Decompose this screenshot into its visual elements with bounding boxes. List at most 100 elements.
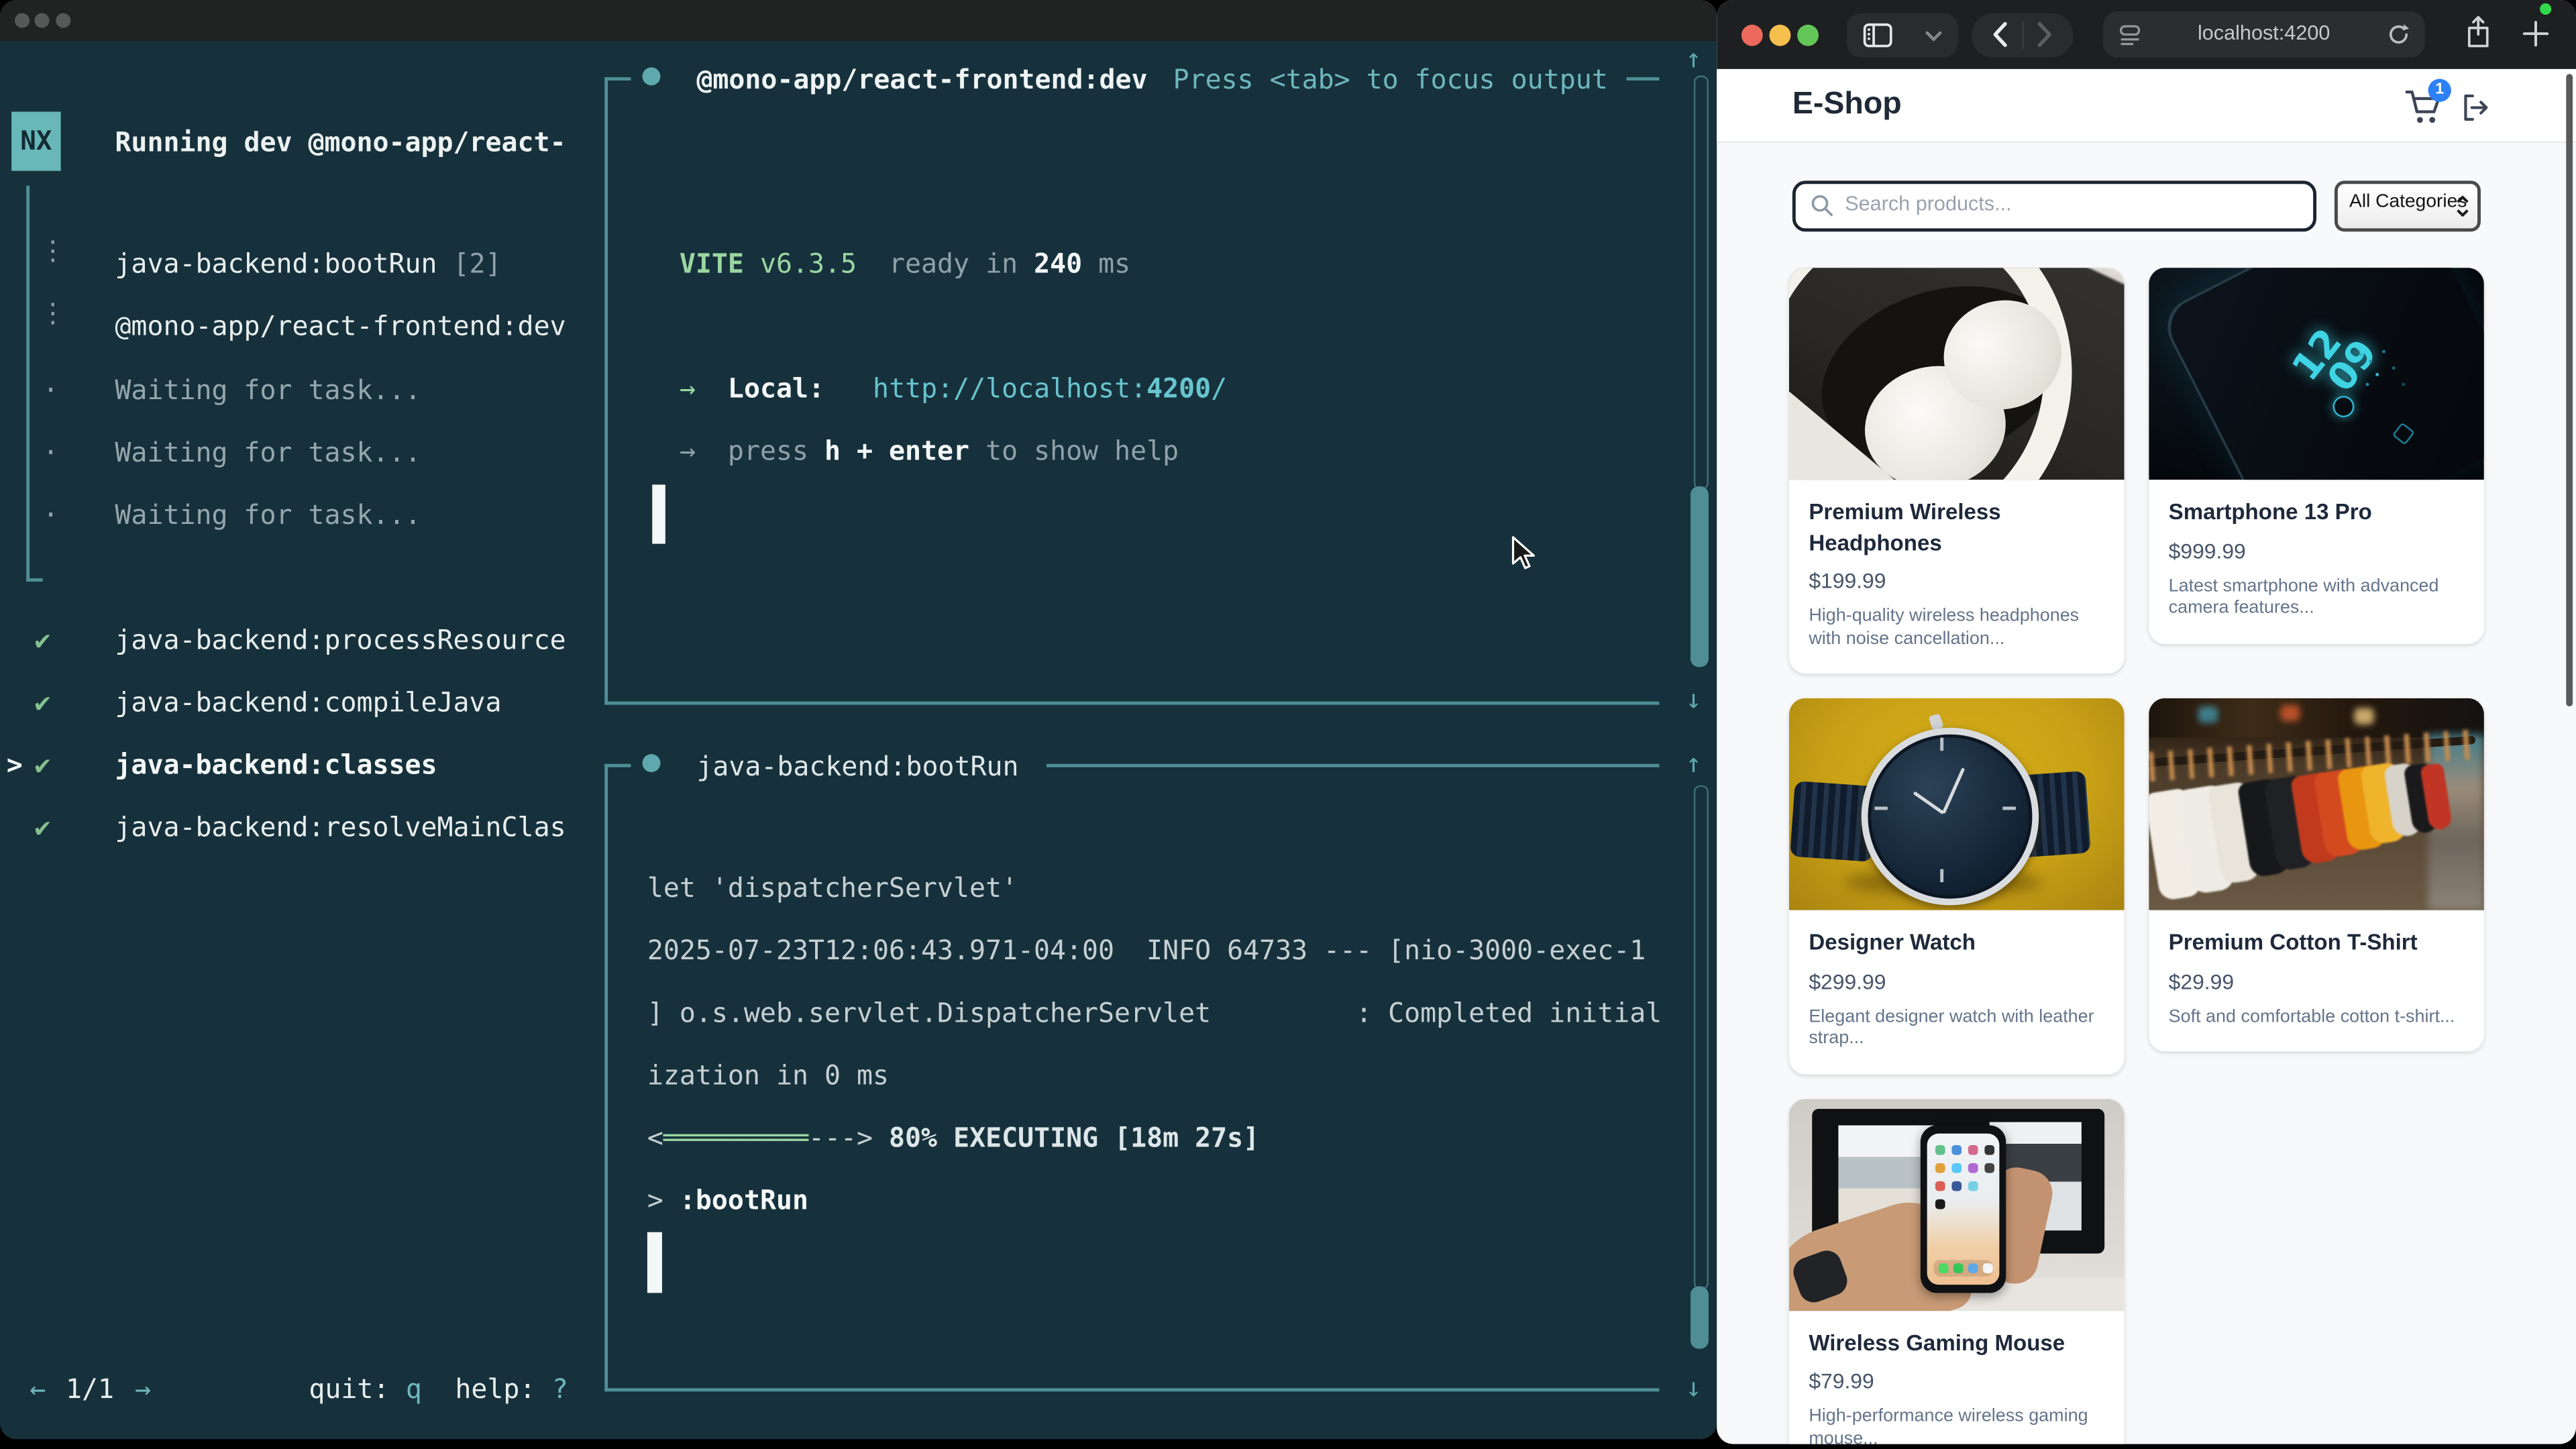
vite-local-line: → Local: http://localhost:4200/ — [647, 374, 1227, 404]
pane1-scroll-thumb[interactable] — [1690, 486, 1709, 667]
vite-help-line: → press h + enter to show help — [647, 437, 1179, 466]
new-tab-icon[interactable] — [2522, 19, 2550, 48]
logout-icon[interactable] — [2459, 92, 2491, 123]
product-card[interactable]: Designer Watch $299.99 Elegant designer … — [1789, 698, 2125, 1074]
share-icon[interactable] — [2464, 15, 2492, 49]
pane2-scroll-track — [1694, 786, 1709, 1290]
log-line: let 'dispatcherServlet' — [647, 874, 1018, 904]
pane2-header-rule — [1046, 764, 1659, 767]
quit-key: q — [406, 1373, 422, 1405]
product-image-watch — [1789, 698, 2125, 910]
product-grid: Premium Wireless Headphones $199.99 High… — [1789, 268, 2484, 1444]
browser-scrollbar-thumb[interactable] — [2566, 74, 2573, 706]
product-title: Wireless Gaming Mouse — [1809, 1328, 2104, 1358]
product-card[interactable]: 1209 Smartphone 13 Pro $999.99 Latest sm… — [2149, 268, 2484, 643]
task-waiting-label: Waiting for task... — [115, 437, 421, 470]
task-spinner-icon: ⋮ — [40, 297, 66, 330]
pane2-cursor — [647, 1232, 662, 1293]
shop-title: E-Shop — [1792, 87, 1902, 123]
pane2-scroll-down-icon[interactable]: ↓ — [1686, 1373, 1702, 1403]
task-waiting-label: Waiting for task... — [115, 374, 421, 407]
nx-logo: NX — [11, 112, 60, 171]
pane1-header-dash — [1626, 77, 1659, 80]
pane1-scroll-down-icon[interactable]: ↓ — [1686, 685, 1702, 714]
back-icon[interactable] — [1993, 21, 2008, 48]
cart-count-badge: 1 — [2428, 79, 2451, 102]
product-description: Soft and comfortable cotton t-shirt... — [2169, 1006, 2465, 1028]
url-text: localhost:4200 — [2103, 21, 2425, 44]
product-card[interactable]: Premium Wireless Headphones $199.99 High… — [1789, 268, 2125, 674]
nav-separator — [2023, 21, 2024, 49]
product-card[interactable]: Premium Cotton T-Shirt $29.99 Soft and c… — [2149, 698, 2484, 1052]
reload-icon[interactable] — [2387, 23, 2410, 46]
browser-toolbar: localhost:4200 — [1717, 0, 2576, 70]
gradle-progress-line: <═════════---> 80% EXECUTING [18m 27s] — [647, 1124, 1259, 1153]
task-row[interactable]: java-backend:resolveMainClas — [115, 812, 566, 845]
task-row[interactable]: java-backend:bootRun [2] — [115, 248, 501, 281]
pane1-scroll-track — [1694, 76, 1709, 490]
search-input[interactable]: Search products... — [1792, 180, 2316, 231]
task-check-icon: ✔ — [34, 687, 50, 720]
product-price: $79.99 — [1809, 1368, 2104, 1393]
page-next-icon[interactable]: → — [135, 1373, 151, 1405]
terminal-close-icon[interactable] — [14, 13, 29, 28]
sidebar-button-group — [1847, 12, 1959, 56]
task-row-selected[interactable]: java-backend:classes — [115, 749, 437, 782]
pane1-cursor — [652, 484, 665, 543]
shop-header: E-Shop 1 — [1717, 69, 2576, 143]
help-key: ? — [552, 1373, 568, 1405]
product-price: $999.99 — [2169, 538, 2465, 563]
task-check-icon: ✔ — [34, 749, 50, 782]
pane1-bottom-border — [604, 702, 1659, 705]
terminal-titlebar[interactable] — [0, 0, 1717, 41]
pane2-border — [604, 764, 631, 1392]
category-select[interactable]: All Categories — [2334, 180, 2481, 231]
terminal-minimize-icon[interactable] — [34, 13, 49, 28]
task-spinner-icon: ⋮ — [40, 235, 66, 268]
log-line: ization in 0 ms — [647, 1061, 889, 1091]
forward-icon[interactable] — [2037, 21, 2052, 48]
local-url-link[interactable]: http://localhost: — [873, 373, 1146, 405]
product-title: Smartphone 13 Pro — [2169, 498, 2465, 528]
select-arrows-icon — [2456, 195, 2469, 217]
task-row[interactable]: · — [43, 374, 59, 407]
quit-label: quit: — [309, 1373, 405, 1405]
task-row[interactable]: @mono-app/react-frontend:dev — [115, 311, 566, 343]
task-selected-pointer-icon: > — [7, 749, 23, 782]
terminal-run-title: Running dev @mono-app/react- — [115, 127, 566, 158]
mouse-cursor-icon — [1511, 535, 1536, 570]
browser-minimize-icon[interactable] — [1768, 24, 1790, 46]
pane2-bottom-border — [604, 1388, 1659, 1391]
log-line: ] o.s.web.servlet.DispatcherServlet : Co… — [647, 999, 1662, 1028]
vite-ready-line: VITE v6.3.5 ready in 240 ms — [647, 250, 1130, 279]
task-row[interactable]: java-backend:processResource — [115, 625, 566, 657]
product-image-mouse — [1789, 1098, 2125, 1310]
sidebar-icon[interactable] — [1863, 22, 1892, 47]
task-row[interactable]: java-backend:compileJava — [115, 687, 501, 720]
search-placeholder: Search products... — [1845, 193, 2011, 215]
browser-zoom-icon[interactable] — [1796, 24, 1818, 46]
product-title: Premium Wireless Headphones — [1809, 498, 2104, 559]
page-prev-icon[interactable]: ← — [30, 1373, 46, 1405]
pane2-scroll-up-icon[interactable]: ↑ — [1686, 749, 1702, 779]
product-description: Latest smartphone with advanced camera f… — [2169, 576, 2465, 620]
terminal-zoom-icon[interactable] — [55, 13, 70, 28]
product-card[interactable]: Wireless Gaming Mouse $79.99 High-perfor… — [1789, 1098, 2125, 1444]
screen-recording-indicator-icon — [2540, 3, 2551, 15]
task-row[interactable]: · — [43, 499, 59, 532]
search-icon — [1811, 194, 1833, 217]
gradle-prompt-line: > :bootRun — [647, 1186, 808, 1216]
task-row[interactable]: · — [43, 437, 59, 470]
pane2-scroll-thumb[interactable] — [1690, 1287, 1709, 1349]
browser-close-icon[interactable] — [1741, 24, 1762, 46]
chevron-down-icon[interactable] — [1925, 30, 1941, 40]
log-line: 2025-07-23T12:06:43.971-04:00 INFO 64733… — [647, 936, 1646, 966]
desktop: NX Running dev @mono-app/react- ⋮ java-b… — [0, 0, 2576, 1449]
url-field[interactable]: localhost:4200 — [2103, 11, 2425, 58]
pager-indicator: 1/1 — [66, 1373, 114, 1405]
pane1-border — [604, 77, 631, 705]
task-waiting-label: Waiting for task... — [115, 499, 421, 532]
terminal-window: NX Running dev @mono-app/react- ⋮ java-b… — [0, 0, 1717, 1439]
product-description: Elegant designer watch with leather stra… — [1809, 1006, 2104, 1051]
pane1-scroll-up-icon[interactable]: ↑ — [1686, 44, 1702, 74]
